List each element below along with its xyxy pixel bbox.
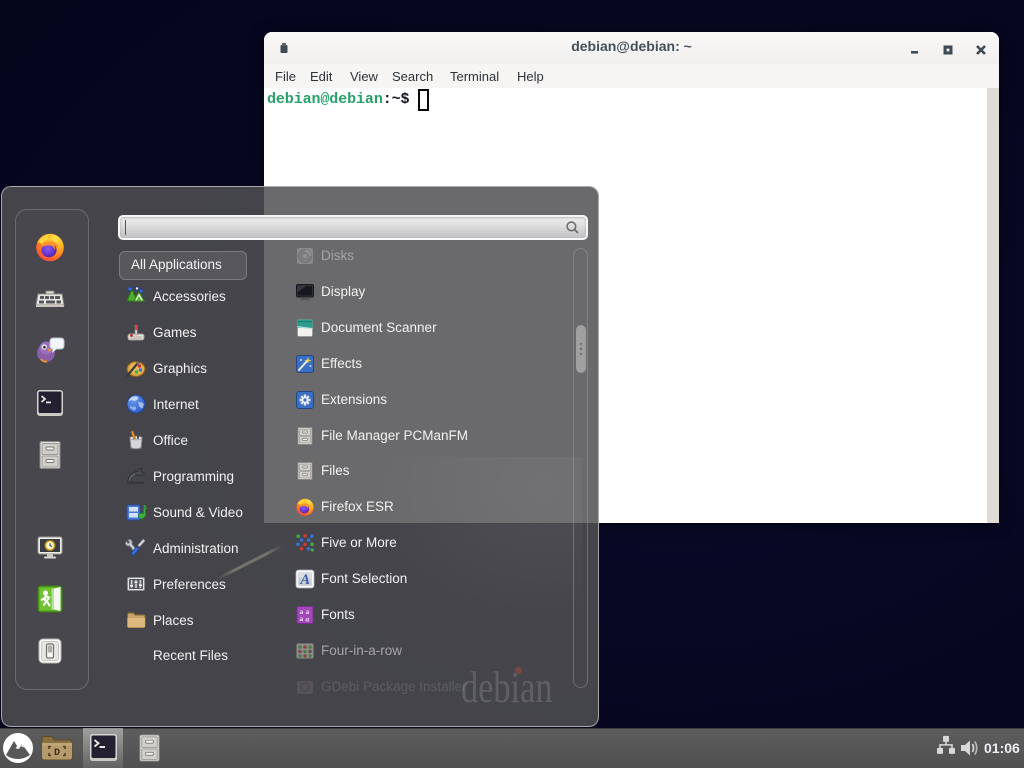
svg-text:A: A [299,572,310,588]
svg-text:D: D [54,748,60,759]
svg-text:a: a [306,615,310,624]
svg-text:a: a [300,614,304,623]
